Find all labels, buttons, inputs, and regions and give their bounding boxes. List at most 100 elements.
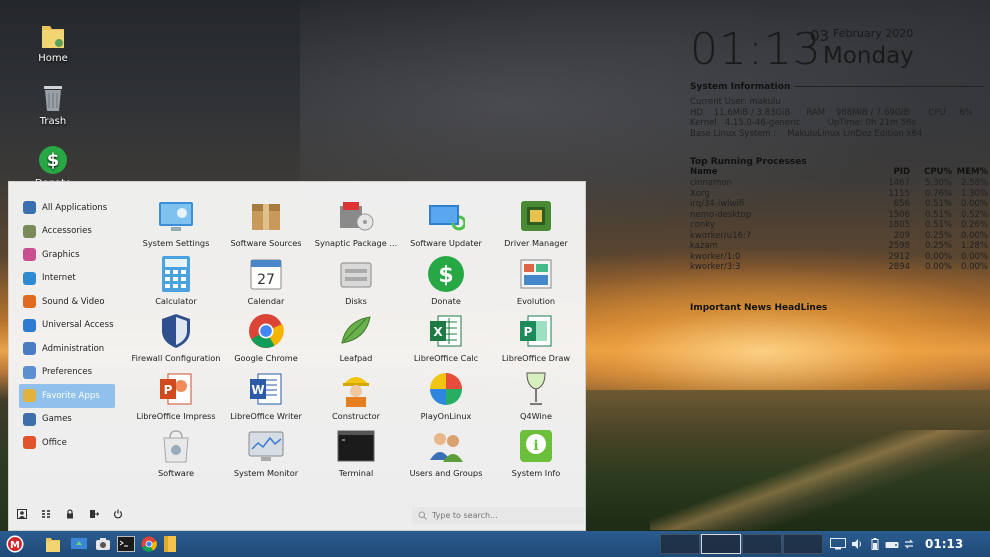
- category-item[interactable]: Favorite Apps: [19, 384, 115, 408]
- category-item[interactable]: Internet: [19, 267, 119, 291]
- lock-icon[interactable]: [65, 509, 75, 519]
- power-icon[interactable]: [113, 509, 123, 519]
- category-icon: [23, 224, 36, 238]
- category-icon: [23, 201, 36, 215]
- app-launcher[interactable]: System Monitor: [221, 424, 311, 482]
- network-icon[interactable]: [903, 538, 915, 550]
- app-launcher[interactable]: Synaptic Package ...: [311, 194, 401, 252]
- taskbar-clock[interactable]: 01:13: [925, 537, 963, 551]
- battery-icon[interactable]: [869, 538, 881, 550]
- app-launcher[interactable]: P LibreOffice Impress: [131, 367, 221, 425]
- process-name: kworker/3:3: [690, 262, 741, 272]
- system-information-title: System Information: [690, 82, 791, 92]
- app-launcher[interactable]: Software Sources: [221, 194, 311, 252]
- taskbar-screenshot-launcher[interactable]: [94, 534, 112, 554]
- process-mem: 1.30%: [960, 188, 988, 199]
- donate-icon: $: [426, 254, 466, 294]
- volume-icon[interactable]: [851, 538, 863, 550]
- category-label: All Applications: [42, 202, 108, 213]
- workspace-4[interactable]: [783, 534, 823, 554]
- menu-launcher-button[interactable]: M: [5, 534, 25, 554]
- app-launcher[interactable]: Users and Groups: [401, 424, 491, 482]
- software-updater-icon: [426, 196, 466, 236]
- process-cpu: 0.00%: [924, 262, 952, 272]
- search-input[interactable]: [432, 511, 572, 520]
- app-launcher[interactable]: Calculator: [131, 252, 221, 310]
- taskbar-terminal-launcher[interactable]: [116, 534, 136, 554]
- app-label: PlayOnLinux: [420, 410, 472, 421]
- firewall-icon: [156, 311, 196, 351]
- workspace-2[interactable]: [701, 534, 741, 554]
- user-account-icon[interactable]: [17, 509, 27, 519]
- conky-time: 01:13: [690, 24, 822, 75]
- svg-text:$: $: [438, 263, 453, 288]
- display-icon[interactable]: [830, 538, 846, 550]
- app-label: Google Chrome: [234, 353, 298, 363]
- app-launcher[interactable]: Google Chrome: [221, 309, 311, 367]
- category-item[interactable]: Administration: [19, 337, 119, 361]
- desktop-icon-trash[interactable]: Trash: [13, 83, 93, 127]
- app-grid: System Settings Software Sources Synaptic …: [131, 194, 581, 482]
- process-pid: 2598: [888, 241, 910, 251]
- app-launcher[interactable]: Evolution: [491, 252, 581, 310]
- app-launcher[interactable]: Leafpad: [311, 309, 401, 367]
- desktop-icon-label: Trash: [39, 116, 67, 127]
- app-launcher[interactable]: System Settings: [131, 194, 221, 252]
- category-item[interactable]: Universal Access: [19, 314, 119, 338]
- app-label: Software Updater: [410, 238, 482, 248]
- calculator-icon: [156, 254, 196, 294]
- logout-icon[interactable]: [89, 509, 99, 519]
- process-cpu: 0.25%: [924, 241, 952, 251]
- category-label: Favorite Apps: [42, 390, 100, 401]
- search-icon: [418, 511, 427, 520]
- app-launcher[interactable]: W LibreOffice Writer: [221, 367, 311, 425]
- workspace-1[interactable]: [660, 534, 700, 554]
- app-launcher[interactable]: $ Donate: [401, 252, 491, 310]
- svg-text:W: W: [251, 383, 264, 397]
- category-item[interactable]: Sound & Video: [19, 290, 119, 314]
- app-launcher[interactable]: Firewall Configuration: [131, 309, 221, 367]
- process-pid: 2912: [888, 251, 910, 262]
- app-launcher[interactable]: Software Updater: [401, 194, 491, 252]
- app-launcher[interactable]: Driver Manager: [491, 194, 581, 252]
- app-launcher[interactable]: Terminal: [311, 424, 401, 482]
- process-pid: 1467: [888, 178, 910, 188]
- drive-icon[interactable]: [885, 538, 899, 550]
- switch-user-icon[interactable]: [41, 509, 51, 519]
- category-item[interactable]: All Applications: [19, 196, 119, 220]
- taskbar-files-launcher[interactable]: [44, 534, 62, 554]
- software-updater-icon: [71, 538, 87, 549]
- software-icon: [156, 426, 196, 466]
- app-launcher[interactable]: Constructor: [311, 367, 401, 425]
- system-information: System Information Current User: makulu …: [690, 82, 990, 139]
- category-item[interactable]: Games: [19, 408, 119, 432]
- process-pid: 2894: [888, 262, 910, 272]
- taskbar: M 01:13: [0, 531, 990, 557]
- app-label: Synaptic Package ...: [314, 238, 398, 248]
- category-label: Graphics: [42, 249, 80, 260]
- app-launcher[interactable]: P LibreOffice Draw: [491, 309, 581, 367]
- category-item[interactable]: Office: [19, 431, 119, 455]
- process-row: nemo-desktop 1506 0.51% 0.52%: [690, 210, 988, 221]
- desktop-icon-home[interactable]: Home: [13, 20, 93, 64]
- category-item[interactable]: Preferences: [19, 361, 119, 385]
- app-launcher[interactable]: PlayOnLinux: [401, 367, 491, 425]
- app-launcher[interactable]: Q4Wine: [491, 367, 581, 425]
- app-launcher[interactable]: X LibreOffice Calc: [401, 309, 491, 367]
- sysinfo-base-system: Base Linux System : MakuluLinux LinDoz E…: [690, 128, 923, 139]
- svg-text:P: P: [164, 383, 173, 397]
- app-launcher[interactable]: Disks: [311, 252, 401, 310]
- app-launcher[interactable]: i System Info: [491, 424, 581, 482]
- col-cpu: CPU%: [924, 167, 952, 177]
- process-table: Name PID CPU% MEM% cinnamon 1467 5.30% 2.58…: [690, 167, 988, 273]
- taskbar-updater-launcher[interactable]: [69, 534, 89, 554]
- category-item[interactable]: Accessories: [19, 220, 119, 244]
- taskbar-chrome-launcher[interactable]: [140, 534, 158, 554]
- category-item[interactable]: Graphics: [19, 243, 119, 267]
- taskbar-folder-launcher[interactable]: [162, 534, 178, 554]
- app-launcher[interactable]: 27 Calendar: [221, 252, 311, 310]
- app-label: Software Sources: [230, 238, 302, 248]
- menu-search-box[interactable]: [412, 507, 584, 524]
- workspace-3[interactable]: [742, 534, 782, 554]
- app-launcher[interactable]: Software: [131, 424, 221, 482]
